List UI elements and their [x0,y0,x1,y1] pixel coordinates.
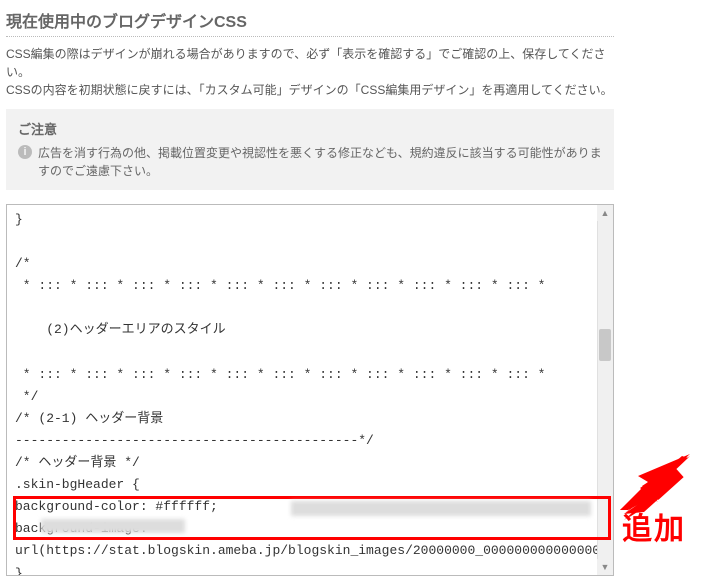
notice-box: ご注意 i 広告を消す行為の他、掲載位置変更や視認性を悪くする修正なども、規約違… [6,109,614,190]
css-editor[interactable] [7,205,613,575]
annotation-label: 追加 [622,504,686,548]
scrollbar-thumb[interactable] [599,329,611,361]
css-editor-container: ▲ ▼ [6,204,614,576]
scrollbar[interactable]: ▲ ▼ [597,205,613,575]
scroll-down-button[interactable]: ▼ [597,559,613,575]
notice-title: ご注意 [18,119,602,138]
scroll-up-button[interactable]: ▲ [597,205,613,221]
page-title: 現在使用中のブログデザインCSS [6,8,614,37]
description-text: CSS編集の際はデザインが崩れる場合がありますので、必ず「表示を確認する」でご確… [6,45,614,99]
info-icon: i [18,145,32,159]
notice-body-text: 広告を消す行為の他、掲載位置変更や視認性を悪くする修正なども、規約違反に該当する… [38,144,602,180]
